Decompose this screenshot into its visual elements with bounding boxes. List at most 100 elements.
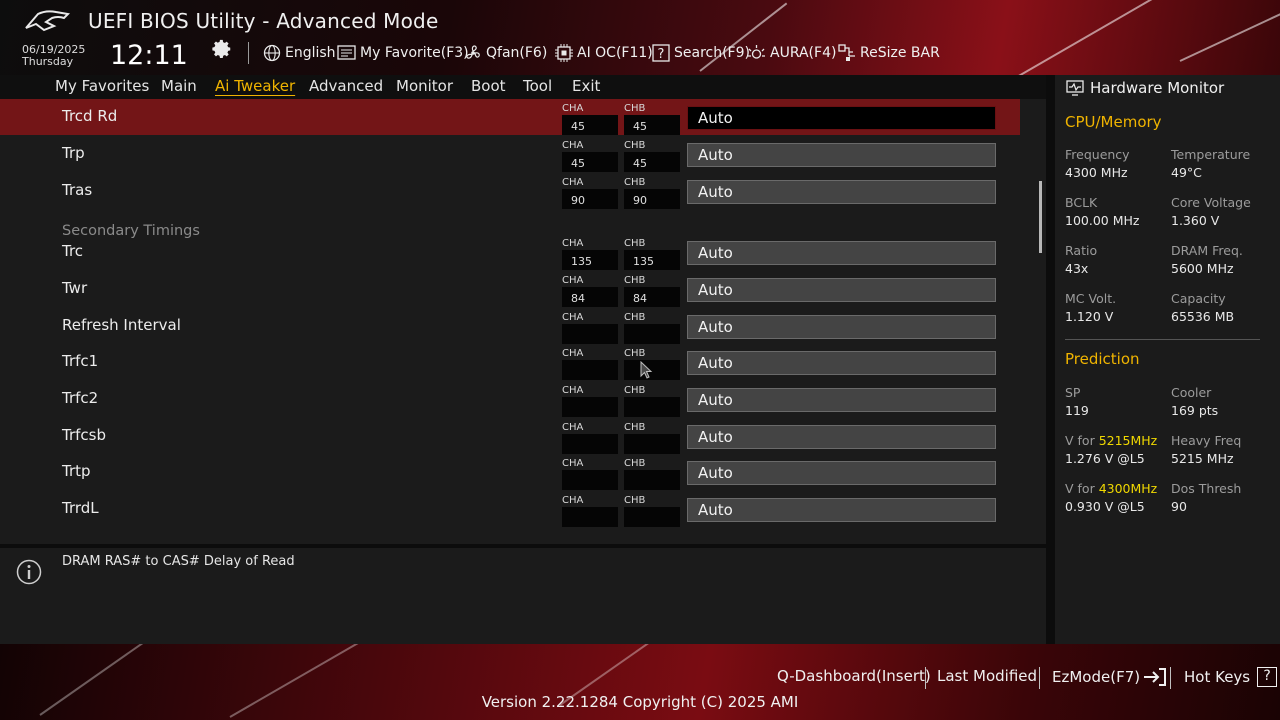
hw-metric-value: 4300 MHz <box>1065 165 1128 180</box>
setting-row[interactable]: Trfcsb CHA CHB Auto <box>0 418 1020 454</box>
ezmode-button[interactable]: EzMode(F7) <box>1052 667 1168 687</box>
channel-a-tag: CHA <box>562 422 584 433</box>
language-button[interactable]: English <box>263 43 336 63</box>
section-secondary-timings: Secondary Timings <box>62 223 200 239</box>
setting-row[interactable]: Refresh Interval CHA CHB Auto <box>0 308 1020 344</box>
setting-value-field[interactable]: Auto <box>687 461 996 485</box>
setting-value-field[interactable]: Auto <box>687 241 996 265</box>
channel-a-tag: CHA <box>562 238 584 249</box>
date-display: 06/19/2025 Thursday <box>22 44 85 68</box>
aura-icon <box>748 45 765 59</box>
channel-a-tag: CHA <box>562 458 584 469</box>
aura-button[interactable]: AURA(F4) <box>747 43 836 63</box>
setting-row[interactable]: Trcd Rd CHA CHB 45 45 Auto <box>0 99 1020 135</box>
channel-b-value: 45 <box>624 152 680 172</box>
setting-value-field[interactable]: Auto <box>687 180 996 204</box>
channel-b-value: 84 <box>624 287 680 307</box>
channel-b-tag: CHB <box>624 385 646 396</box>
main-tabs: My Favorites Main Ai Tweaker Advanced Mo… <box>0 75 1046 99</box>
setting-row[interactable]: Twr CHA CHB 84 84 Auto <box>0 271 1020 307</box>
ai-oc-button[interactable]: AI OC(F11) <box>555 43 653 63</box>
setting-value-field[interactable]: Auto <box>687 106 996 130</box>
setting-label: Tras <box>62 181 93 199</box>
hw-metric-value: 1.120 V <box>1065 309 1114 324</box>
my-favorite-label: My Favorite(F3) <box>360 45 469 61</box>
channel-b-tag: CHB <box>624 458 646 469</box>
tab-ai-tweaker[interactable]: Ai Tweaker <box>215 77 295 95</box>
channel-a-tag: CHA <box>562 177 584 188</box>
tab-advanced[interactable]: Advanced <box>309 77 383 95</box>
heavy-freq-value: 5215 MHz <box>1171 451 1234 466</box>
qfan-button[interactable]: Qfan(F6) <box>464 43 547 63</box>
footer-divider <box>1039 667 1040 689</box>
dos-thresh-value: 90 <box>1171 499 1187 514</box>
setting-row[interactable]: Trp CHA CHB 45 45 Auto <box>0 136 1020 172</box>
hot-keys-button[interactable]: Hot Keys ? <box>1184 667 1278 687</box>
tab-my-favorites[interactable]: My Favorites <box>55 77 149 95</box>
hw-metric-label: Frequency <box>1065 147 1130 162</box>
language-label: English <box>285 45 336 61</box>
hw-metric-value: 43x <box>1065 261 1089 276</box>
cooler-label: Cooler <box>1171 385 1212 400</box>
setting-value-field[interactable]: Auto <box>687 278 996 302</box>
setting-row[interactable]: TrrdL CHA CHB Auto <box>0 491 1020 527</box>
hw-metric-label: BCLK <box>1065 195 1098 210</box>
channel-a-tag: CHA <box>562 312 584 323</box>
setting-label: Trfcsb <box>62 426 106 444</box>
setting-value-field[interactable]: Auto <box>687 388 996 412</box>
channel-b-value: 45 <box>624 115 680 135</box>
gear-icon[interactable] <box>211 38 233 60</box>
hw-metric-label: DRAM Freq. <box>1171 243 1243 258</box>
hw-metric-value: 49°C <box>1171 165 1202 180</box>
hw-metric-label: Capacity <box>1171 291 1226 306</box>
tab-monitor[interactable]: Monitor <box>396 77 453 95</box>
setting-label: Trfc2 <box>62 389 99 407</box>
v-for-light-freq: 4300MHz <box>1098 481 1158 496</box>
setting-label: Trtp <box>62 462 91 480</box>
setting-row[interactable]: Trtp CHA CHB Auto <box>0 454 1020 490</box>
last-modified-button[interactable]: Last Modified <box>937 667 1037 685</box>
channel-b-value <box>624 470 680 490</box>
channel-b-tag: CHB <box>624 103 646 114</box>
setting-row[interactable]: Tras CHA CHB 90 90 Auto <box>0 173 1020 209</box>
tab-main[interactable]: Main <box>161 77 197 95</box>
info-icon <box>16 559 42 585</box>
search-button[interactable]: ? Search(F9) <box>652 43 750 63</box>
tab-tool[interactable]: Tool <box>523 77 552 95</box>
my-favorite-button[interactable]: My Favorite(F3) <box>337 43 469 63</box>
setting-row[interactable]: Trfc1 CHA CHB Auto <box>0 344 1020 380</box>
scrollbar[interactable] <box>1039 181 1042 253</box>
ai-oc-label: AI OC(F11) <box>577 45 653 61</box>
resize-bar-button[interactable]: ReSize BAR <box>838 43 940 63</box>
tab-exit[interactable]: Exit <box>572 77 600 95</box>
channel-b-tag: CHB <box>624 238 646 249</box>
setting-row[interactable]: Trfc2 CHA CHB Auto <box>0 381 1020 417</box>
bottom-footer: Q-Dashboard(Insert) Last Modified EzMode… <box>0 644 1280 720</box>
channel-a-value <box>562 397 618 417</box>
hardware-monitor-title: Hardware Monitor <box>1090 79 1225 97</box>
setting-row[interactable]: Trc CHA CHB 135 135 Auto <box>0 234 1020 270</box>
channel-b-tag: CHB <box>624 140 646 151</box>
setting-value-field[interactable]: Auto <box>687 315 996 339</box>
channel-b-value <box>624 324 680 344</box>
footer-divider <box>1170 667 1171 689</box>
version-text: Version 2.22.1284 Copyright (C) 2025 AMI <box>481 693 799 711</box>
tab-boot[interactable]: Boot <box>471 77 506 95</box>
channel-a-value: 45 <box>562 115 618 135</box>
hw-metric-value: 100.00 MHz <box>1065 213 1140 228</box>
aura-label: AURA(F4) <box>770 45 837 61</box>
channel-a-tag: CHA <box>562 495 584 506</box>
setting-label: Trp <box>62 144 85 162</box>
setting-value-field[interactable]: Auto <box>687 425 996 449</box>
prediction-heading: Prediction <box>1065 350 1140 368</box>
setting-value-field[interactable]: Auto <box>687 143 996 167</box>
setting-value-field[interactable]: Auto <box>687 498 996 522</box>
channel-b-tag: CHB <box>624 495 646 506</box>
setting-value-field[interactable]: Auto <box>687 351 996 375</box>
q-dashboard-button[interactable]: Q-Dashboard(Insert) <box>777 667 931 685</box>
v-for-heavy-label: V for 5215MHz <box>1065 433 1157 448</box>
app-title: UEFI BIOS Utility - Advanced Mode <box>88 9 439 33</box>
footer-divider <box>925 667 926 689</box>
channel-a-value <box>562 324 618 344</box>
hw-metric-value: 1.360 V <box>1171 213 1220 228</box>
